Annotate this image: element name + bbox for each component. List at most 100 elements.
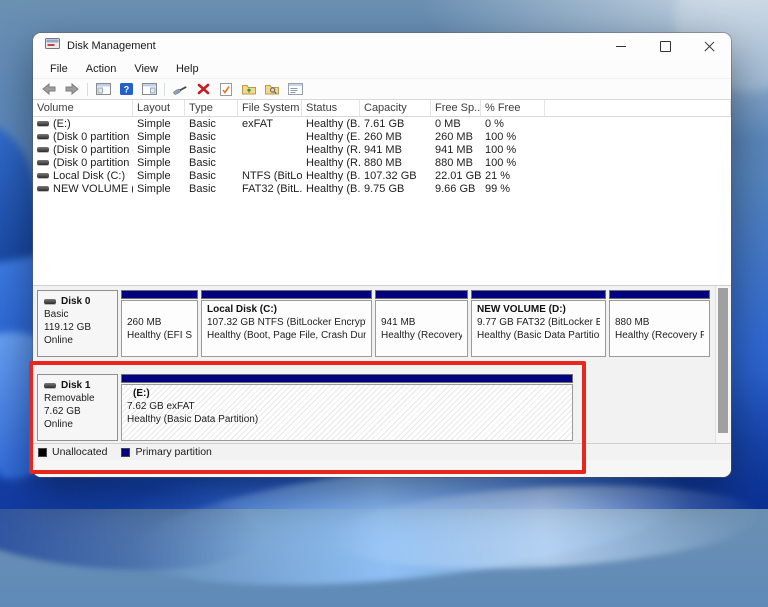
column-header-capacity[interactable]: Capacity: [360, 100, 431, 116]
volume-status: Healthy (B...: [302, 183, 360, 195]
volume-row[interactable]: (Disk 0 partition 4) Simple Basic Health…: [33, 143, 731, 156]
volume-name: NEW VOLUME (D:): [53, 183, 133, 195]
column-header-free-space[interactable]: Free Sp...: [431, 100, 481, 116]
partition-color-band: [121, 374, 573, 383]
partition-c-drive[interactable]: Local Disk (C:) 107.32 GB NTFS (BitLocke…: [201, 290, 372, 357]
delete-icon[interactable]: [193, 81, 213, 98]
partition-efi[interactable]: 260 MB Healthy (EFI Syste: [121, 290, 198, 357]
scrollbar-thumb[interactable]: [718, 288, 728, 433]
maximize-button[interactable]: [643, 33, 687, 59]
volume-pct-free: 99 %: [481, 183, 545, 195]
volume-status: Healthy (B...: [302, 170, 360, 182]
partition-label: NEW VOLUME (D:): [477, 303, 600, 316]
menu-help[interactable]: Help: [167, 59, 208, 78]
action-pane-icon[interactable]: [139, 81, 159, 98]
disk-1-graphic: (E:) 7.62 GB exFAT Healthy (Basic Data P…: [121, 374, 573, 441]
disk-size: 7.62 GB: [44, 405, 117, 418]
volume-name: (Disk 0 partition 6): [53, 157, 133, 169]
volume-icon: [37, 121, 49, 126]
properties-icon[interactable]: [285, 81, 305, 98]
partition-color-band: [471, 290, 606, 299]
column-header-volume[interactable]: Volume: [33, 100, 133, 116]
partition-status: Healthy (Recovery Parti: [615, 329, 704, 342]
legend-label: Primary partition: [135, 446, 211, 458]
volume-pct-free: 100 %: [481, 157, 545, 169]
volume-file-system: NTFS (BitLo...: [238, 170, 302, 182]
disk-1-label[interactable]: Disk 1 Removable 7.62 GB Online: [37, 374, 118, 441]
partition-color-band: [609, 290, 710, 299]
toolbar-separator: [87, 83, 88, 96]
unallocated-swatch-icon: [38, 448, 47, 457]
disk-name: Disk 0: [61, 295, 90, 308]
partition-d-drive[interactable]: NEW VOLUME (D:) 9.77 GB FAT32 (BitLocker…: [471, 290, 606, 357]
disk-0-label[interactable]: Disk 0 Basic 119.12 GB Online: [37, 290, 118, 357]
volume-capacity: 7.61 GB: [360, 118, 431, 130]
menu-view[interactable]: View: [125, 59, 167, 78]
folder-up-icon[interactable]: [239, 81, 259, 98]
partition-recovery-1[interactable]: 941 MB Healthy (Recovery Part: [375, 290, 468, 357]
volume-free-space: 9.66 GB: [431, 183, 481, 195]
console-tree-icon[interactable]: [93, 81, 113, 98]
disk-0-row: Disk 0 Basic 119.12 GB Online 260 MB Hea…: [37, 290, 710, 357]
volume-status: Healthy (B...: [302, 118, 360, 130]
back-icon[interactable]: [39, 81, 59, 98]
toolbar-separator: [164, 83, 165, 96]
partition-color-band: [121, 290, 198, 299]
partition-label: (E:): [127, 387, 567, 400]
close-button[interactable]: [687, 33, 731, 59]
partition-status: Healthy (Recovery Part: [381, 329, 462, 342]
volume-row[interactable]: NEW VOLUME (D:) Simple Basic FAT32 (BitL…: [33, 182, 731, 195]
volume-capacity: 260 MB: [360, 131, 431, 143]
close-icon: [704, 41, 715, 52]
graphical-view-pane: Disk 0 Basic 119.12 GB Online 260 MB Hea…: [33, 286, 731, 443]
volume-row[interactable]: Local Disk (C:) Simple Basic NTFS (BitLo…: [33, 169, 731, 182]
legend: Unallocated Primary partition: [33, 443, 731, 460]
volume-status: Healthy (R...: [302, 157, 360, 169]
disk-1-row: Disk 1 Removable 7.62 GB Online (E:) 7.6…: [37, 374, 573, 441]
disk-icon: [44, 299, 56, 304]
volume-capacity: 880 MB: [360, 157, 431, 169]
partition-e-drive[interactable]: (E:) 7.62 GB exFAT Healthy (Basic Data P…: [121, 374, 573, 441]
partition-status: Healthy (Basic Data Partition): [127, 413, 567, 426]
volume-row[interactable]: (E:) Simple Basic exFAT Healthy (B... 7.…: [33, 117, 731, 130]
minimize-icon: [616, 46, 626, 47]
column-header-layout[interactable]: Layout: [133, 100, 185, 116]
minimize-button[interactable]: [599, 33, 643, 59]
app-icon: [45, 37, 60, 55]
column-header-pct-free[interactable]: % Free: [481, 100, 545, 116]
check-document-icon[interactable]: [216, 81, 236, 98]
disk-kind: Removable: [44, 392, 117, 405]
partition-info: 260 MB: [127, 316, 192, 329]
volume-free-space: 0 MB: [431, 118, 481, 130]
volume-row[interactable]: (Disk 0 partition 1) Simple Basic Health…: [33, 130, 731, 143]
maximize-icon: [660, 41, 671, 52]
vertical-scrollbar[interactable]: [715, 286, 730, 443]
volume-layout: Simple: [133, 118, 185, 130]
menu-action[interactable]: Action: [77, 59, 126, 78]
volume-capacity: 9.75 GB: [360, 183, 431, 195]
volume-pct-free: 0 %: [481, 118, 545, 130]
column-header-file-system[interactable]: File System: [238, 100, 302, 116]
volume-type: Basic: [185, 118, 238, 130]
folder-search-icon[interactable]: [262, 81, 282, 98]
volume-layout: Simple: [133, 144, 185, 156]
forward-icon[interactable]: [62, 81, 82, 98]
volume-row[interactable]: (Disk 0 partition 6) Simple Basic Health…: [33, 156, 731, 169]
partition-recovery-2[interactable]: 880 MB Healthy (Recovery Parti: [609, 290, 710, 357]
disk-status: Online: [44, 418, 117, 431]
menu-file[interactable]: File: [41, 59, 77, 78]
volume-capacity: 941 MB: [360, 144, 431, 156]
volume-free-space: 941 MB: [431, 144, 481, 156]
legend-primary-partition: Primary partition: [121, 446, 211, 458]
column-header-status[interactable]: Status: [302, 100, 360, 116]
window-title: Disk Management: [67, 40, 156, 52]
tool-icon[interactable]: [170, 81, 190, 98]
disk-management-window: Disk Management File Action View Help ?: [33, 33, 731, 477]
partition-status: Healthy (Basic Data Partition): [477, 329, 600, 342]
volume-pct-free: 100 %: [481, 131, 545, 143]
help-icon[interactable]: ?: [116, 81, 136, 98]
volume-capacity: 107.32 GB: [360, 170, 431, 182]
column-header-type[interactable]: Type: [185, 100, 238, 116]
partition-label: Local Disk (C:): [207, 303, 366, 316]
title-bar[interactable]: Disk Management: [33, 33, 731, 59]
